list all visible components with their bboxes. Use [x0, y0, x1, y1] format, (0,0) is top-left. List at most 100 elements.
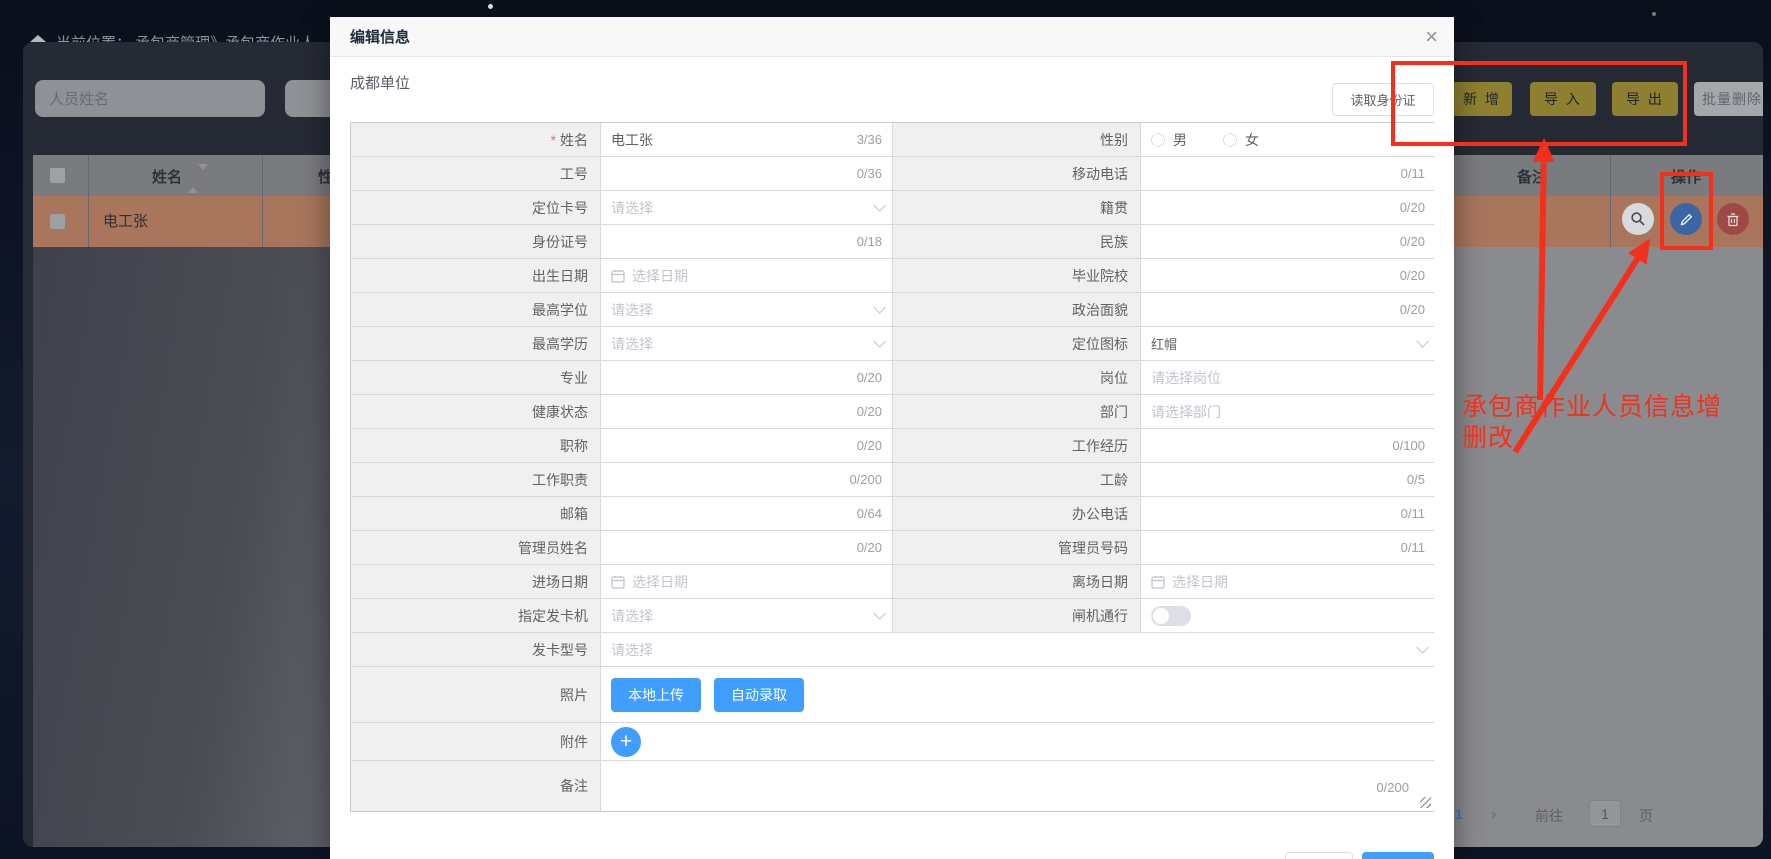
text-input[interactable] — [611, 404, 851, 420]
row-checkbox[interactable] — [50, 214, 65, 229]
field-label: 移动电话 — [893, 157, 1141, 190]
form-row: 定位卡号 请选择 籍贯 0/20 — [351, 191, 1433, 225]
graduate-school-field[interactable]: 0/20 — [1141, 259, 1435, 292]
political-status-field[interactable]: 0/20 — [1141, 293, 1435, 326]
calendar-icon — [1151, 575, 1165, 589]
office-phone-field[interactable]: 0/11 — [1141, 497, 1435, 530]
add-attachment-button[interactable]: + — [611, 727, 641, 757]
add-button[interactable]: 新 增 — [1452, 82, 1512, 116]
name-field[interactable]: 3/36 — [601, 123, 893, 156]
batch-delete-button[interactable]: 批量删除 — [1694, 82, 1763, 116]
work-experience-field[interactable]: 0/100 — [1141, 429, 1435, 462]
form-row: 指定发卡机 请选择 闸机通行 — [351, 599, 1433, 633]
mobile-field[interactable]: 0/11 — [1141, 157, 1435, 190]
radio-male[interactable]: 男 — [1151, 130, 1187, 150]
post-select[interactable]: 请选择岗位 — [1141, 361, 1435, 394]
delete-button[interactable] — [1717, 203, 1749, 235]
form-row: 工号 0/36 移动电话 0/11 — [351, 157, 1433, 191]
confirm-button-partial[interactable] — [1362, 852, 1434, 859]
radio-female[interactable]: 女 — [1223, 130, 1259, 150]
text-input[interactable] — [1151, 166, 1395, 182]
select-all-checkbox[interactable] — [50, 168, 65, 183]
health-status-field[interactable]: 0/20 — [601, 395, 893, 428]
manager-phone-field[interactable]: 0/11 — [1141, 531, 1435, 564]
card-issuer-select[interactable]: 请选择 — [601, 599, 893, 632]
char-counter: 3/36 — [851, 132, 882, 147]
form-row: *姓名 3/36 性别 男 女 — [351, 123, 1433, 157]
column-header-note: 备注 — [1482, 166, 1582, 187]
export-button[interactable]: 导 出 — [1612, 82, 1678, 116]
major-field[interactable]: 0/20 — [601, 361, 893, 394]
text-input[interactable] — [611, 540, 851, 556]
position-icon-select[interactable]: 红帽 — [1141, 327, 1435, 360]
position-card-select[interactable]: 请选择 — [601, 191, 893, 224]
text-input[interactable] — [1151, 302, 1394, 318]
entry-date-picker[interactable]: 选择日期 — [601, 565, 893, 598]
view-button[interactable] — [1622, 203, 1654, 235]
text-input[interactable] — [611, 472, 843, 488]
pagination-goto-input[interactable] — [1589, 800, 1621, 827]
field-label: 附件 — [351, 723, 601, 760]
text-input[interactable] — [611, 234, 851, 250]
highest-degree-select[interactable]: 请选择 — [601, 293, 893, 326]
manager-name-field[interactable]: 0/20 — [601, 531, 893, 564]
chevron-down-icon — [873, 199, 886, 212]
field-label: 部门 — [893, 395, 1141, 428]
field-label: 闸机通行 — [893, 599, 1141, 632]
cancel-button-partial[interactable] — [1285, 852, 1353, 859]
pagination-page-1[interactable]: 1 — [1455, 806, 1463, 822]
text-input[interactable] — [1151, 472, 1401, 488]
text-input[interactable] — [611, 166, 851, 182]
leave-date-picker[interactable]: 选择日期 — [1141, 565, 1435, 598]
required-asterisk: * — [551, 132, 556, 148]
pagination-goto-label: 前往 — [1535, 806, 1563, 826]
job-title-field[interactable]: 0/20 — [601, 429, 893, 462]
magnifier-icon — [1630, 211, 1646, 227]
job-duty-field[interactable]: 0/200 — [601, 463, 893, 496]
work-years-field[interactable]: 0/5 — [1141, 463, 1435, 496]
search-input[interactable]: 人员姓名 — [35, 80, 265, 117]
text-input[interactable] — [1151, 540, 1395, 556]
column-header-name[interactable]: 姓名 — [125, 166, 235, 187]
text-input[interactable] — [611, 370, 851, 386]
import-button[interactable]: 导 入 — [1530, 82, 1596, 116]
resize-handle-icon[interactable] — [1420, 797, 1431, 808]
local-upload-button[interactable]: 本地上传 — [611, 678, 701, 712]
employee-no-field[interactable]: 0/36 — [601, 157, 893, 190]
chevron-down-icon — [873, 607, 886, 620]
edit-button[interactable] — [1670, 203, 1702, 235]
id-number-field[interactable]: 0/18 — [601, 225, 893, 258]
auto-capture-button[interactable]: 自动录取 — [714, 678, 804, 712]
native-place-field[interactable]: 0/20 — [1141, 191, 1435, 224]
form-row: 专业 0/20 岗位 请选择岗位 — [351, 361, 1433, 395]
text-input[interactable] — [611, 438, 851, 454]
screen: 当前位置： 承包商管理》承包商作业人 人员姓名 新 增 导 入 导 出 批量删除… — [0, 0, 1771, 859]
text-input[interactable] — [1151, 438, 1386, 454]
field-label: 发卡型号 — [351, 633, 601, 666]
pagination-next-icon[interactable]: › — [1491, 806, 1496, 824]
text-input[interactable] — [1151, 234, 1394, 250]
gate-pass-toggle[interactable] — [1151, 606, 1191, 626]
form-row: 邮箱 0/64 办公电话 0/11 — [351, 497, 1433, 531]
text-input[interactable] — [1151, 200, 1394, 216]
close-icon[interactable]: × — [1425, 26, 1438, 48]
text-input[interactable] — [1151, 506, 1395, 522]
sort-carets-icon[interactable] — [188, 170, 208, 187]
highest-education-select[interactable]: 请选择 — [601, 327, 893, 360]
read-id-card-button[interactable]: 读取身份证 — [1332, 83, 1434, 116]
text-input[interactable] — [1151, 268, 1394, 284]
form-row: 职称 0/20 工作经历 0/100 — [351, 429, 1433, 463]
email-field[interactable]: 0/64 — [601, 497, 893, 530]
card-model-select[interactable]: 请选择 — [601, 633, 1435, 666]
attachment-field: + — [601, 723, 1435, 760]
name-input[interactable] — [611, 132, 851, 148]
form-row: 最高学历 请选择 定位图标 红帽 — [351, 327, 1433, 361]
department-select[interactable]: 请选择部门 — [1141, 395, 1435, 428]
radio-icon — [1151, 133, 1165, 147]
remark-textarea[interactable] — [611, 761, 1425, 811]
text-input[interactable] — [611, 506, 851, 522]
chevron-down-icon — [873, 335, 886, 348]
ethnicity-field[interactable]: 0/20 — [1141, 225, 1435, 258]
field-label: 备注 — [351, 761, 601, 811]
birth-date-picker[interactable]: 选择日期 — [601, 259, 893, 292]
